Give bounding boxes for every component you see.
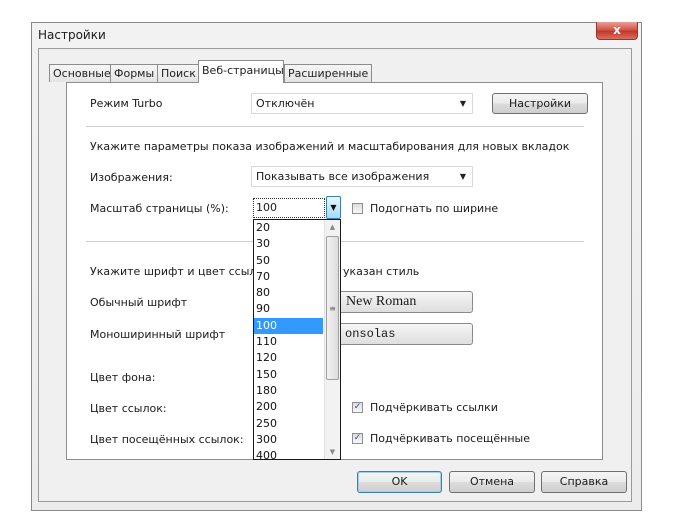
zoom-option[interactable]: 400	[254, 448, 323, 459]
scroll-up-icon[interactable]: ▲	[325, 220, 340, 234]
zoom-option[interactable]: 30	[254, 236, 323, 252]
images-select[interactable]: Показывать все изображения ▼	[251, 166, 473, 187]
mono-font-button[interactable]: onsolas	[330, 323, 473, 345]
zoom-option[interactable]: 300	[254, 432, 323, 448]
checkmark-icon: ✓	[353, 433, 362, 443]
normal-font-label: Обычный шрифт	[90, 296, 188, 309]
tab-web-pages[interactable]: Веб-страницы	[198, 60, 284, 83]
link-color-label: Цвет ссылок:	[90, 402, 167, 415]
zoom-option[interactable]: 200	[254, 399, 323, 415]
checkmark-icon: ✓	[353, 402, 362, 412]
bg-color-label: Цвет фона:	[90, 371, 156, 384]
zoom-option[interactable]: 80	[254, 285, 323, 301]
zoom-option[interactable]: 50	[254, 253, 323, 269]
underline-links-checkbox[interactable]: ✓	[352, 402, 363, 413]
zoom-option[interactable]: 110	[254, 334, 323, 350]
ok-button[interactable]: OK	[357, 471, 442, 493]
close-button[interactable]: x	[596, 22, 638, 40]
turbo-settings-button[interactable]: Настройки	[492, 93, 588, 114]
images-value: Показывать все изображения	[256, 170, 430, 183]
zoom-option[interactable]: 100	[254, 317, 323, 335]
zoom-list-scrollbar[interactable]: ▲ ≡ ▼	[324, 220, 340, 459]
fit-width-checkbox[interactable]	[352, 203, 363, 214]
images-label: Изображения:	[90, 171, 173, 184]
divider	[86, 126, 584, 127]
chevron-down-icon: ▼	[459, 99, 466, 108]
visited-color-label: Цвет посещённых ссылок:	[90, 433, 244, 446]
zoom-option[interactable]: 180	[254, 383, 323, 399]
zoom-option[interactable]: 250	[254, 416, 323, 432]
underline-visited-label: Подчёркивать посещённые	[370, 432, 530, 445]
zoom-option[interactable]: 20	[254, 220, 323, 236]
zoom-label: Масштаб страницы (%):	[90, 202, 229, 215]
scroll-down-icon[interactable]: ▼	[325, 445, 340, 459]
zoom-option[interactable]: 70	[254, 269, 323, 285]
cancel-button[interactable]: Отмена	[449, 471, 535, 493]
zoom-options-list[interactable]: 20 30 50 70 80 90 100 110 120 150 180 200 250 300 400 …	[253, 219, 341, 460]
zoom-input[interactable]: 100	[253, 198, 325, 218]
help-button[interactable]: Справка	[541, 471, 627, 493]
zoom-option[interactable]: 120	[254, 350, 323, 366]
tab-forms[interactable]: Формы	[110, 64, 159, 82]
normal-font-button[interactable]: New Roman	[330, 291, 473, 313]
tab-advanced[interactable]: Расширенные	[284, 64, 373, 82]
underline-links-label: Подчёркивать ссылки	[370, 401, 498, 414]
fonts-section-heading-tail: указан стиль	[343, 265, 420, 278]
chevron-down-icon: ▼	[330, 203, 337, 212]
grip-icon: ≡	[329, 304, 336, 313]
fit-width-label: Подогнать по ширине	[370, 202, 499, 215]
chevron-down-icon: ▼	[459, 172, 466, 181]
dialog-title: Настройки	[38, 28, 106, 42]
scrollbar-thumb[interactable]: ≡	[326, 236, 339, 380]
turbo-select[interactable]: Отключён ▼	[251, 93, 473, 114]
images-section-heading: Укажите параметры показа изображений и м…	[90, 140, 570, 153]
zoom-dropdown-button[interactable]: ▼	[326, 196, 341, 219]
turbo-value: Отключён	[256, 97, 315, 110]
tab-basic[interactable]: Основные	[49, 64, 115, 82]
mono-font-value: onsolas	[345, 327, 396, 341]
underline-visited-checkbox[interactable]: ✓	[352, 433, 363, 444]
zoom-option[interactable]: 90	[254, 301, 323, 317]
normal-font-value: New Roman	[346, 294, 417, 309]
tab-search[interactable]: Поиск	[157, 64, 200, 82]
close-icon: x	[613, 23, 621, 37]
fonts-section-heading: Укажите шрифт и цвет ссылок,	[90, 265, 274, 278]
mono-font-label: Моноширинный шрифт	[90, 328, 226, 341]
turbo-label: Режим Turbo	[90, 97, 163, 110]
zoom-option[interactable]: 150	[254, 367, 323, 383]
